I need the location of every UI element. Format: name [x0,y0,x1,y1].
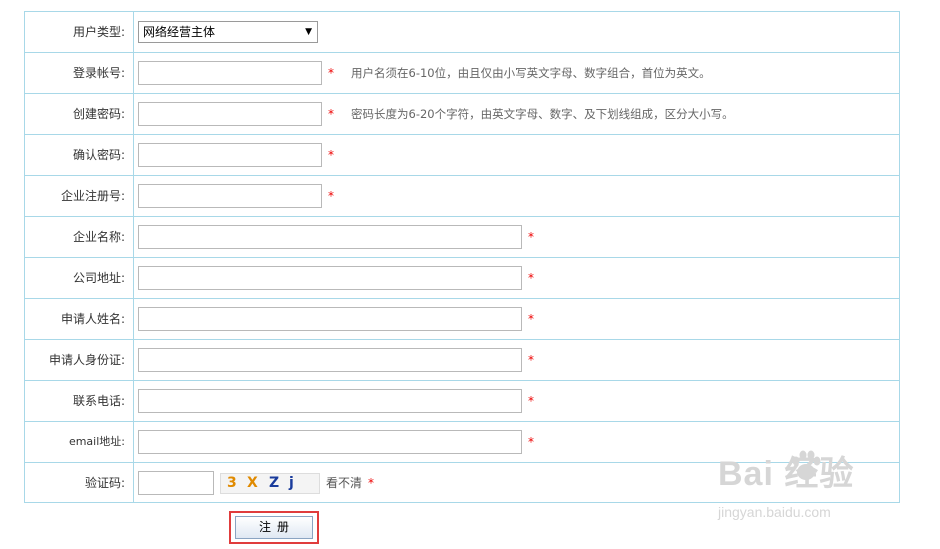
row-applicant-name: 申请人姓名: * [25,299,899,340]
chevron-down-icon: ▼ [305,27,312,37]
password-hint: 密码长度为6-20个字符，由英文字母、数字、及下划线组成，区分大小写。 [351,107,734,121]
captcha-refresh-link[interactable]: 看不清 [326,463,362,503]
submit-highlight: 注册 [229,511,319,544]
captcha-input[interactable] [138,471,214,495]
row-phone: 联系电话: * [25,381,899,422]
username-label: 登录帐号: [25,53,134,93]
row-applicant-id: 申请人身份证: * [25,340,899,381]
username-input[interactable] [138,61,322,85]
email-input[interactable] [138,430,522,454]
required-mark: * [528,230,534,244]
required-mark: * [528,353,534,367]
registration-form: 用户类型: 网络经营主体 ▼ 登录帐号: * 用户名须在6-10位，由且仅由小写… [24,11,900,503]
email-label: email地址: [25,422,134,462]
row-password: 创建密码: * 密码长度为6-20个字符，由英文字母、数字、及下划线组成，区分大… [25,94,899,135]
company-address-label: 公司地址: [25,258,134,298]
watermark-logo: Bai 经验 [718,455,855,493]
watermark-url: jingyan.baidu.com [718,504,831,520]
applicant-name-input[interactable] [138,307,522,331]
applicant-id-label: 申请人身份证: [25,340,134,380]
username-hint: 用户名须在6-10位，由且仅由小写英文字母、数字组合，首位为英文。 [351,66,711,80]
captcha-label: 验证码: [25,463,134,503]
row-username: 登录帐号: * 用户名须在6-10位，由且仅由小写英文字母、数字组合，首位为英文… [25,53,899,94]
required-mark: * [328,107,334,121]
register-button[interactable]: 注册 [235,516,313,539]
required-mark: * [528,312,534,326]
business-type-value: 网络经营主体 [143,25,216,39]
row-company-address: 公司地址: * [25,258,899,299]
company-name-label: 企业名称: [25,217,134,257]
baidu-jingyan-watermark: Bai 经验 jingyan.baidu.com [718,446,918,526]
required-mark: * [528,394,534,408]
reg-number-input[interactable] [138,184,322,208]
row-confirm-password: 确认密码: * [25,135,899,176]
row-company-name: 企业名称: * [25,217,899,258]
phone-input[interactable] [138,389,522,413]
confirm-password-label: 确认密码: [25,135,134,175]
company-address-input[interactable] [138,266,522,290]
phone-label: 联系电话: [25,381,134,421]
password-label: 创建密码: [25,94,134,134]
required-mark: * [328,189,334,203]
required-mark: * [328,66,334,80]
required-mark: * [328,148,334,162]
captcha-image[interactable]: 3 X Z j [220,473,320,494]
reg-number-label: 企业注册号: [25,176,134,216]
business-type-label: 用户类型: [25,12,134,52]
paw-icon [792,450,821,480]
password-input[interactable] [138,102,322,126]
business-type-select[interactable]: 网络经营主体 ▼ [138,21,318,43]
confirm-password-input[interactable] [138,143,322,167]
row-business-type: 用户类型: 网络经营主体 ▼ [25,12,899,53]
applicant-name-label: 申请人姓名: [25,299,134,339]
captcha-char: X [247,475,258,491]
captcha-char: 3 [227,475,237,491]
required-mark: * [528,435,534,449]
captcha-char: Z [269,475,280,491]
company-name-input[interactable] [138,225,522,249]
captcha-char: j [289,475,294,491]
applicant-id-input[interactable] [138,348,522,372]
required-mark: * [528,271,534,285]
row-reg-number: 企业注册号: * [25,176,899,217]
required-mark: * [368,476,374,490]
